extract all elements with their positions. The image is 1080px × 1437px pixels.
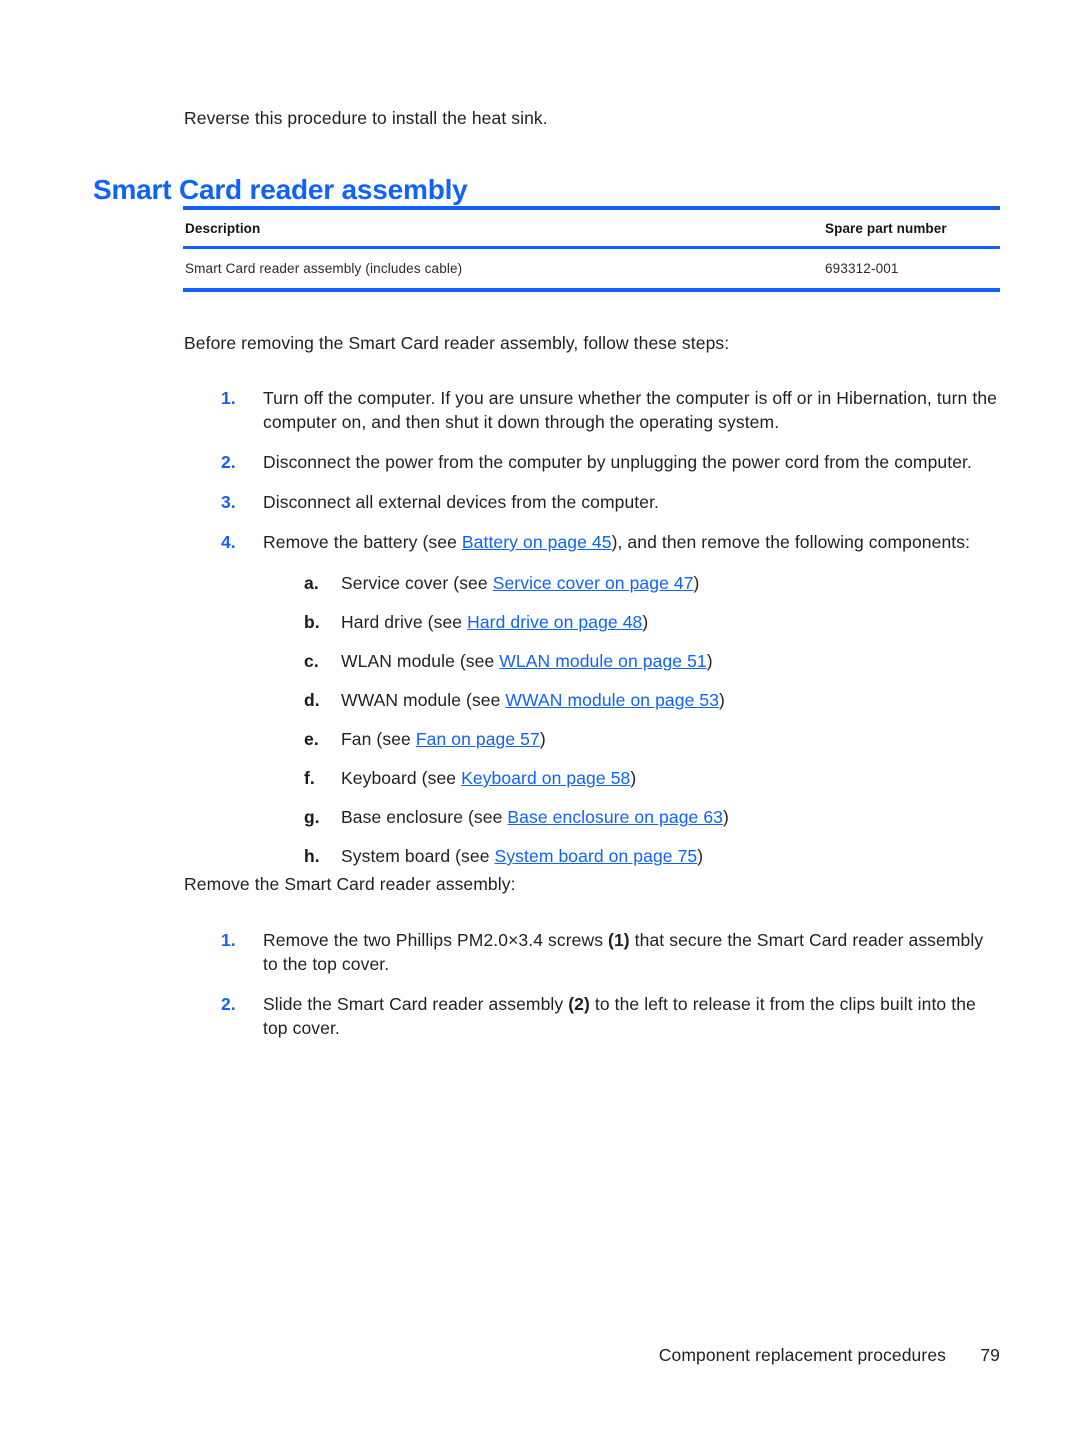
step-text-part-a: Remove the two Phillips PM2.0×3.4 screws xyxy=(263,930,609,950)
substep-text-before: Service cover (see xyxy=(341,573,493,593)
sublist-marker: f. xyxy=(304,768,315,788)
removal-step-list: 1. Remove the two Phillips PM2.0×3.4 scr… xyxy=(181,928,1001,1040)
step-text-before: Remove the battery (see xyxy=(263,532,462,552)
page-title: Smart Card reader assembly xyxy=(93,173,468,205)
substep-text-before: WWAN module (see xyxy=(341,690,506,710)
prep-substep-text: Hard drive (see Hard drive on page 48) xyxy=(341,610,1001,634)
prep-step-text: Remove the battery (see Battery on page … xyxy=(263,530,1001,868)
table-row: Smart Card reader assembly (includes cab… xyxy=(183,249,1000,288)
table-cell-spare-part-number: 693312-001 xyxy=(825,261,899,276)
prep-substep-text: Base enclosure (see Base enclosure on pa… xyxy=(341,805,1001,829)
prep-substep-b: b. Hard drive (see Hard drive on page 48… xyxy=(304,610,1001,634)
list-marker: 2. xyxy=(221,452,236,472)
prep-step-2: 2. Disconnect the power from the compute… xyxy=(221,450,1001,474)
footer-chapter-title: Component replacement procedures xyxy=(658,1345,946,1365)
step-text-part-a: Slide the Smart Card reader assembly xyxy=(263,994,569,1014)
sublist-marker: c. xyxy=(304,651,319,671)
substep-text-after: ) xyxy=(693,573,700,593)
intro-sentence: Reverse this procedure to install the he… xyxy=(184,108,548,128)
prep-step-1: 1. Turn off the computer. If you are uns… xyxy=(221,386,1001,434)
prep-substep-text: System board (see System board on page 7… xyxy=(341,844,1001,868)
prep-step-text: Disconnect the power from the computer b… xyxy=(263,452,972,472)
list-marker: 3. xyxy=(221,492,236,512)
prep-substep-f: f. Keyboard (see Keyboard on page 58) xyxy=(304,766,1001,790)
page-footer: Component replacement procedures 79 xyxy=(0,1345,1080,1366)
sublist-marker: h. xyxy=(304,846,320,866)
xref-link-fan[interactable]: Fan on page 57 xyxy=(416,729,540,749)
xref-link-battery[interactable]: Battery on page 45 xyxy=(462,532,612,552)
sublist-marker: b. xyxy=(304,612,320,632)
substep-text-after: ) xyxy=(719,690,725,710)
substep-text-after: ) xyxy=(539,729,546,749)
sublist-marker: g. xyxy=(304,807,320,827)
substep-text-after: ) xyxy=(706,651,713,671)
table-cell-description: Smart Card reader assembly (includes cab… xyxy=(185,261,463,276)
substep-text-before: Fan (see xyxy=(341,729,416,749)
list-marker: 1. xyxy=(221,388,236,408)
prep-step-4: 4. Remove the battery (see Battery on pa… xyxy=(221,530,1001,868)
prep-substep-list: a. Service cover (see Service cover on p… xyxy=(264,571,1001,868)
document-page: Reverse this procedure to install the he… xyxy=(0,0,1080,1437)
prep-substep-text: Keyboard (see Keyboard on page 58) xyxy=(341,766,1001,790)
table-header-description: Description xyxy=(185,220,261,236)
substep-text-after: ) xyxy=(722,807,729,827)
removal-step-text: Slide the Smart Card reader assembly (2)… xyxy=(263,992,1001,1040)
xref-link-hard-drive[interactable]: Hard drive on page 48 xyxy=(467,612,642,632)
prep-substep-text: WWAN module (see WWAN module on page 53) xyxy=(341,688,1001,712)
list-marker: 4. xyxy=(221,532,236,552)
prep-substep-text: WLAN module (see WLAN module on page 51) xyxy=(341,649,1001,673)
removal-step-2: 2. Slide the Smart Card reader assembly … xyxy=(221,992,1001,1040)
xref-link-wlan-module[interactable]: WLAN module on page 51 xyxy=(499,651,706,671)
callout-number: (2) xyxy=(568,994,590,1014)
prep-step-list: 1. Turn off the computer. If you are uns… xyxy=(181,386,1001,868)
list-marker: 2. xyxy=(221,994,236,1014)
xref-link-service-cover[interactable]: Service cover on page 47 xyxy=(493,573,694,593)
xref-link-wwan-module[interactable]: WWAN module on page 53 xyxy=(505,690,719,710)
step-text-after: ), and then remove the following compone… xyxy=(611,532,971,552)
substep-text-after: ) xyxy=(642,612,649,632)
prep-substep-c: c. WLAN module (see WLAN module on page … xyxy=(304,649,1001,673)
prep-substep-a: a. Service cover (see Service cover on p… xyxy=(304,571,1001,595)
substep-text-before: WLAN module (see xyxy=(341,651,500,671)
prep-substep-h: h. System board (see System board on pag… xyxy=(304,844,1001,868)
sublist-marker: a. xyxy=(304,573,319,593)
xref-link-system-board[interactable]: System board on page 75 xyxy=(495,846,698,866)
footer-page-number: 79 xyxy=(980,1345,1000,1365)
list-marker: 1. xyxy=(221,930,236,950)
callout-number: (1) xyxy=(608,930,630,950)
sublist-marker: d. xyxy=(304,690,320,710)
prep-step-text: Turn off the computer. If you are unsure… xyxy=(263,388,997,432)
xref-link-base-enclosure[interactable]: Base enclosure on page 63 xyxy=(507,807,723,827)
prep-substep-text: Fan (see Fan on page 57) xyxy=(341,727,1001,751)
prep-step-3: 3. Disconnect all external devices from … xyxy=(221,490,1001,514)
removal-step-text: Remove the two Phillips PM2.0×3.4 screws… xyxy=(263,928,1001,976)
prep-substep-e: e. Fan (see Fan on page 57) xyxy=(304,727,1001,751)
removal-lead-in: Remove the Smart Card reader assembly: xyxy=(184,874,516,894)
table-header-row: Description Spare part number xyxy=(183,210,1000,246)
table-header-spare-part-number: Spare part number xyxy=(825,220,947,236)
substep-text-after: ) xyxy=(630,768,637,788)
prep-substep-text: Service cover (see Service cover on page… xyxy=(341,571,1001,595)
substep-text-before: Hard drive (see xyxy=(341,612,468,632)
prep-lead-in: Before removing the Smart Card reader as… xyxy=(184,333,730,353)
removal-step-1: 1. Remove the two Phillips PM2.0×3.4 scr… xyxy=(221,928,1001,976)
xref-link-keyboard[interactable]: Keyboard on page 58 xyxy=(461,768,630,788)
prep-substep-d: d. WWAN module (see WWAN module on page … xyxy=(304,688,1001,712)
table-rule-bottom xyxy=(183,288,1000,292)
prep-step-text: Disconnect all external devices from the… xyxy=(263,492,660,512)
substep-text-before: Base enclosure (see xyxy=(341,807,508,827)
substep-text-after: ) xyxy=(697,846,704,866)
sublist-marker: e. xyxy=(304,729,319,749)
parts-table: Description Spare part number Smart Card… xyxy=(183,206,1000,292)
prep-substep-g: g. Base enclosure (see Base enclosure on… xyxy=(304,805,1001,829)
substep-text-before: Keyboard (see xyxy=(341,768,462,788)
substep-text-before: System board (see xyxy=(341,846,495,866)
